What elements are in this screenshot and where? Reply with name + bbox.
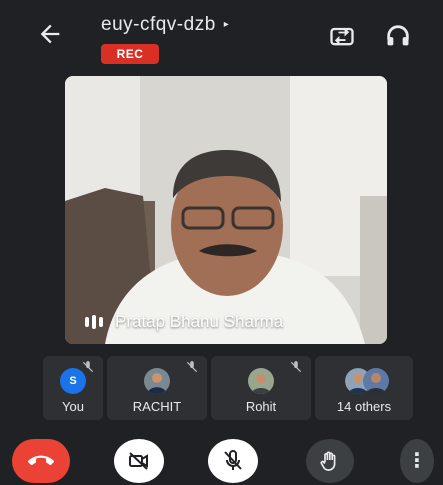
hand-icon <box>320 451 336 471</box>
meeting-code[interactable]: euy-cfqv-dzb ▸ <box>101 14 229 36</box>
participant-tile-rohit[interactable]: Rohit <box>211 356 311 420</box>
avatar <box>248 368 274 394</box>
recording-badge: REC <box>101 44 159 64</box>
participant-name: RACHIT <box>132 399 182 414</box>
more-options-button[interactable]: ⋮ <box>400 439 434 483</box>
camera-switch-icon <box>330 27 354 46</box>
participant-tile-rachit[interactable]: RACHIT <box>107 356 207 420</box>
avatar: S <box>60 368 86 394</box>
mic-off-icon <box>290 361 302 373</box>
headset-icon <box>387 25 409 46</box>
mic-off-icon <box>186 361 198 373</box>
arrow-left-icon <box>40 24 60 44</box>
participant-name: You <box>62 399 84 414</box>
participant-strip: S You RACHIT Rohit 14 others <box>43 356 413 420</box>
audio-output-button[interactable] <box>384 22 414 52</box>
main-video-tile[interactable]: Pratap Bhanu Sharma <box>65 76 387 344</box>
end-call-button[interactable] <box>12 439 70 483</box>
meeting-info-caret-icon: ▸ <box>223 19 230 30</box>
back-button[interactable] <box>36 20 64 48</box>
avatar-stack <box>345 368 389 394</box>
avatar <box>144 368 170 394</box>
participant-name: Rohit <box>245 399 277 414</box>
camera-toggle-button[interactable] <box>114 439 164 483</box>
participant-name: 14 others <box>336 399 392 414</box>
camera-off-icon <box>129 452 148 470</box>
audio-bars-icon <box>85 315 103 329</box>
participant-tile-others[interactable]: 14 others <box>315 356 413 420</box>
meeting-code-text: euy-cfqv-dzb <box>101 14 216 35</box>
speaker-name-label: Pratap Bhanu Sharma <box>85 312 283 332</box>
avatar <box>363 368 389 394</box>
participant-tile-you[interactable]: S You <box>43 356 103 420</box>
switch-camera-button[interactable] <box>328 22 358 52</box>
raise-hand-button[interactable] <box>306 439 354 483</box>
speaker-name: Pratap Bhanu Sharma <box>115 312 284 331</box>
speaker-video-frame <box>65 76 387 344</box>
call-controls: ⋮ <box>0 432 443 485</box>
mic-toggle-button[interactable] <box>208 439 258 483</box>
more-vert-icon: ⋮ <box>407 450 427 472</box>
mic-off-icon <box>224 450 242 470</box>
phone-hangup-icon <box>28 455 54 466</box>
top-bar: euy-cfqv-dzb ▸ REC <box>0 0 443 72</box>
